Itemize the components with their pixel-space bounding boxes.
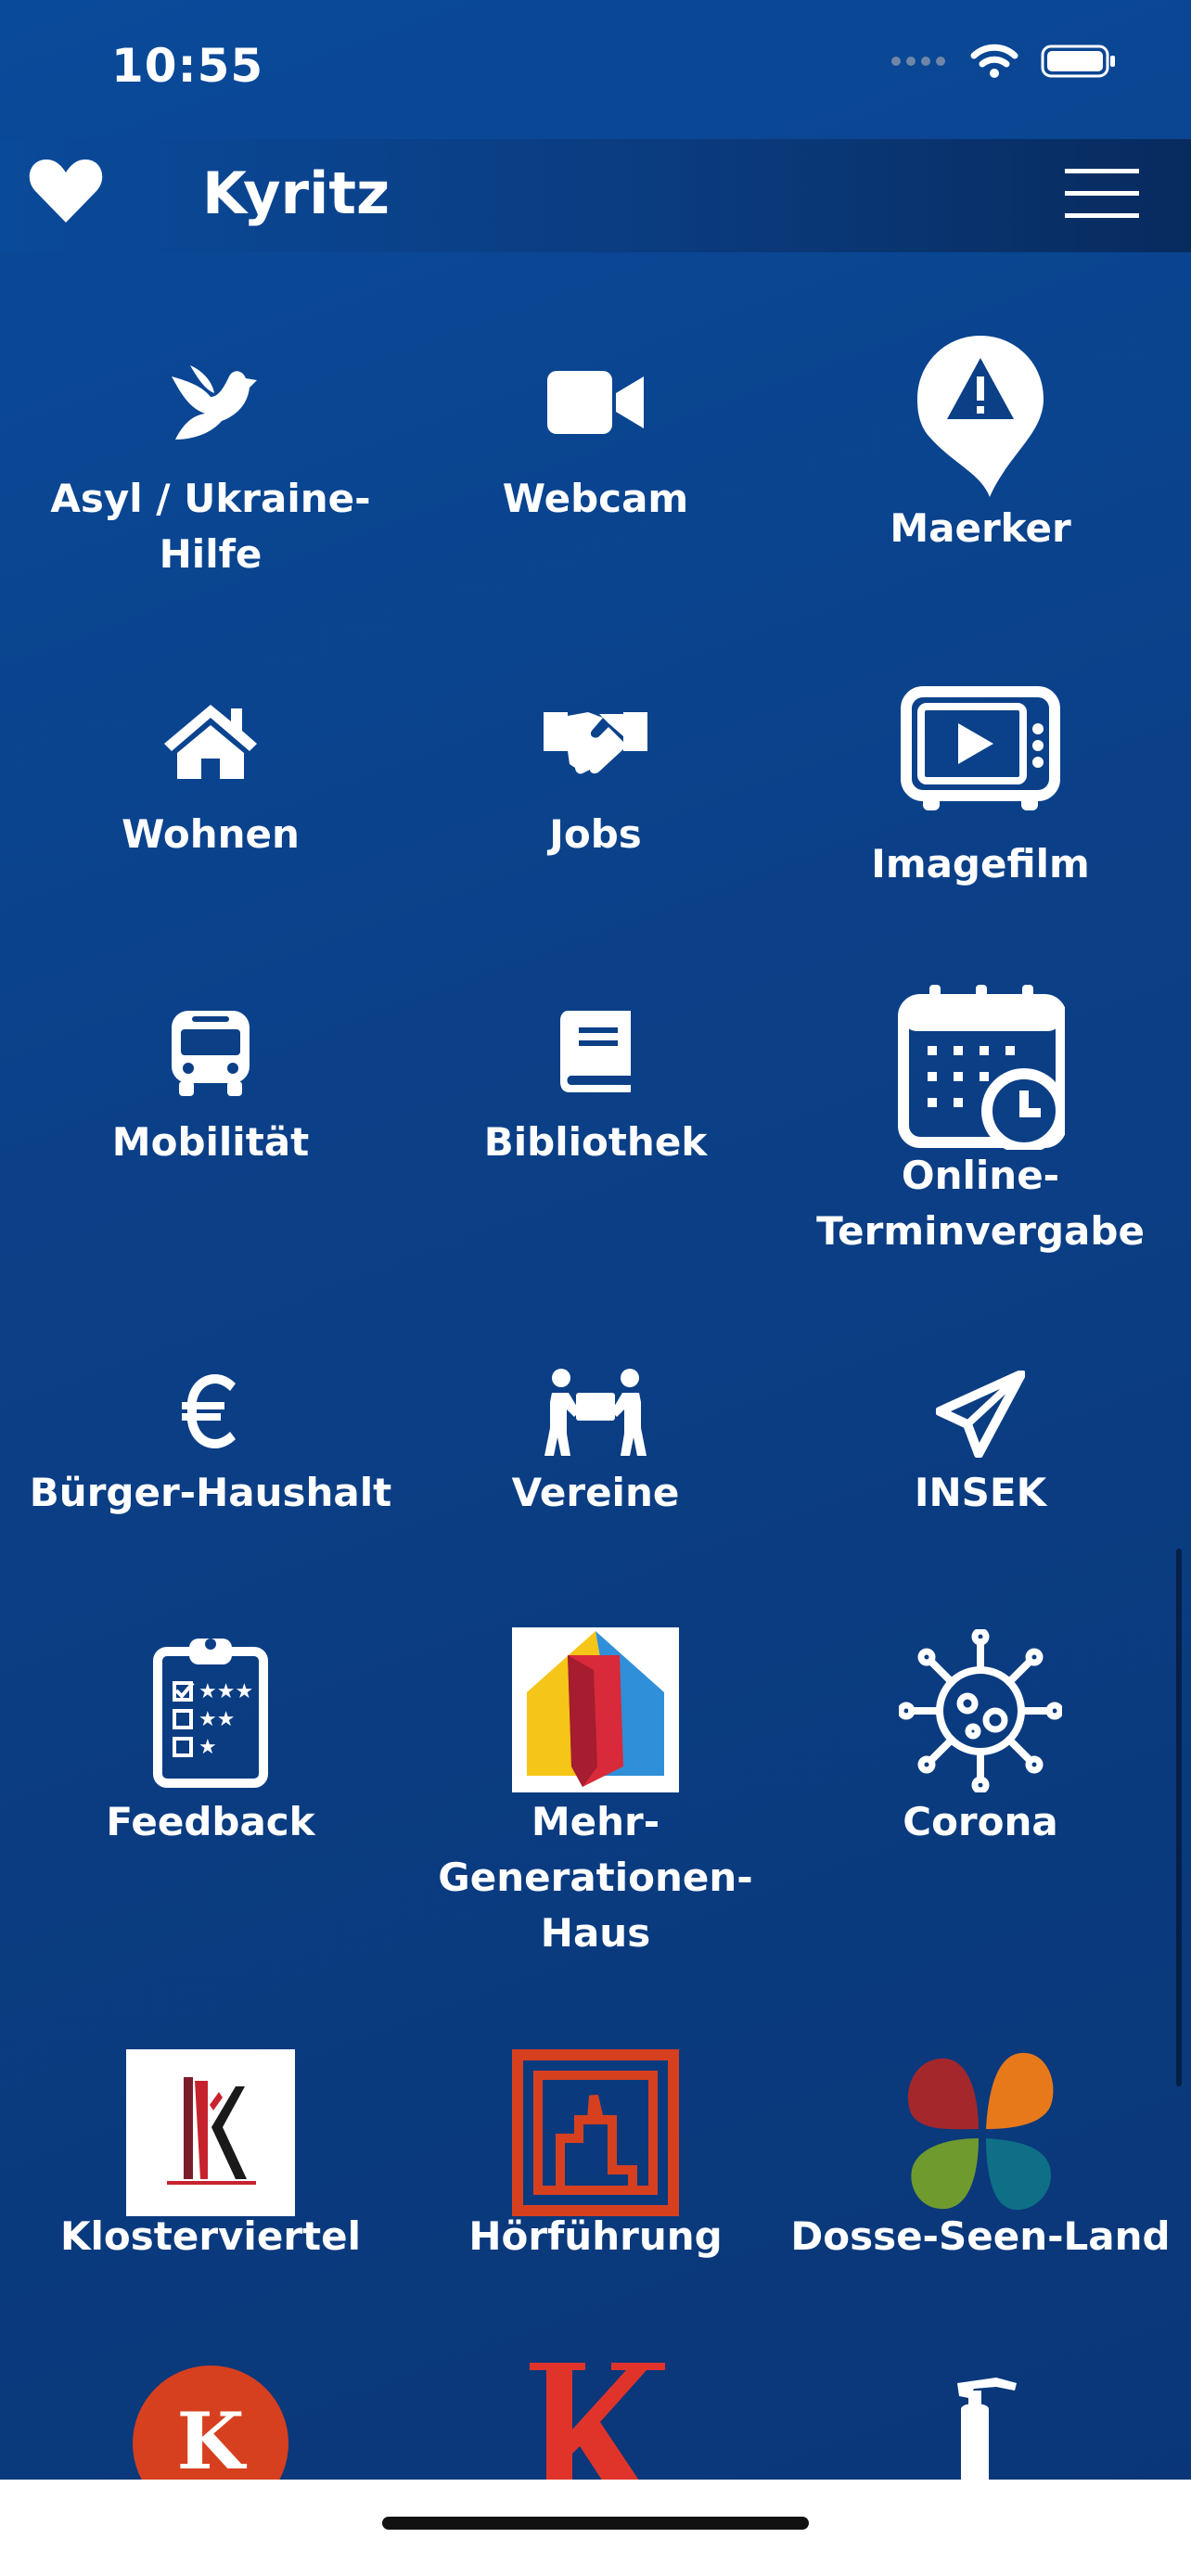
app-header: Kyritz xyxy=(0,139,1191,252)
tile-buerger-haushalt[interactable]: Bürger-Haushalt xyxy=(16,1363,405,1567)
tile-asyl-ukraine[interactable]: Asyl / Ukraine- Hilfe xyxy=(16,334,405,593)
tile-label: Vereine xyxy=(511,1470,680,1515)
svg-text:★★★: ★★★ xyxy=(198,1680,253,1703)
bus-icon xyxy=(16,1009,405,1096)
battery-icon xyxy=(1041,45,1115,78)
tile-hoerfuehrung[interactable]: Hörführung xyxy=(401,2049,790,2272)
alert-pin-icon xyxy=(786,334,1175,501)
tile-label: Dosse-Seen-Land xyxy=(790,2213,1171,2259)
scroll-indicator xyxy=(1176,1549,1182,2086)
status-time: 10:55 xyxy=(111,39,264,93)
dove-icon xyxy=(16,360,405,449)
euro-icon xyxy=(16,1372,405,1450)
tile-jobs[interactable]: Jobs xyxy=(401,686,790,909)
status-bar: 10:55 xyxy=(0,0,1191,139)
fire-extinguisher-icon xyxy=(786,2374,1175,2485)
tv-play-icon xyxy=(786,686,1175,816)
favorites-heart-icon[interactable] xyxy=(28,156,104,230)
puzzle-house-logo xyxy=(401,1627,790,1792)
tile-label: Jobs xyxy=(549,811,642,857)
tile-label: Online- Terminvergabe xyxy=(816,1153,1145,1254)
video-camera-icon xyxy=(401,369,790,436)
hoerfuehrung-logo xyxy=(401,2049,790,2216)
tile-label: Klosterviertel xyxy=(59,2213,361,2259)
tile-label: Bürger-Haushalt xyxy=(29,1470,392,1515)
tile-label: Wohnen xyxy=(122,811,300,857)
tile-feedback[interactable]: ★★★ ★★ ★ Feedback xyxy=(16,1627,405,1868)
wifi-icon xyxy=(970,44,1018,78)
signal-icon xyxy=(891,57,945,66)
people-carry-icon xyxy=(401,1369,790,1458)
tile-imagefilm[interactable]: Imagefilm xyxy=(786,686,1175,909)
tile-fire-extinguisher[interactable] xyxy=(786,2355,1175,2485)
tile-online-terminvergabe[interactable]: Online- Terminvergabe xyxy=(786,983,1175,1261)
virus-icon xyxy=(786,1629,1175,1792)
page-title: Kyritz xyxy=(202,159,391,227)
tile-wohnen[interactable]: Wohnen xyxy=(16,686,405,909)
tile-dosse-seen-land[interactable]: Dosse-Seen-Land xyxy=(786,2049,1175,2272)
svg-text:★: ★ xyxy=(198,1736,217,1759)
tile-label: Maerker xyxy=(890,505,1071,551)
clover-logo xyxy=(786,2049,1175,2216)
tile-k-red[interactable] xyxy=(401,2355,790,2513)
tile-vereine[interactable]: Vereine xyxy=(401,1363,790,1567)
tile-klosterviertel[interactable]: Klosterviertel xyxy=(16,2049,405,2272)
tile-label: Hörführung xyxy=(468,2213,723,2259)
tile-label: Webcam xyxy=(502,476,689,521)
klosterviertel-logo xyxy=(16,2049,405,2216)
hamburger-menu-icon[interactable] xyxy=(1065,167,1139,223)
tile-bibliothek[interactable]: Bibliothek xyxy=(401,983,790,1261)
tile-label: Mehr- Generationen- Haus xyxy=(438,1799,753,1956)
home-icon xyxy=(16,701,405,781)
tile-insek[interactable]: INSEK xyxy=(786,1363,1175,1567)
status-icons xyxy=(890,43,1117,80)
tile-label: Bibliothek xyxy=(483,1119,708,1165)
tile-corona[interactable]: Corona xyxy=(786,1627,1175,1868)
tile-label: INSEK xyxy=(914,1470,1047,1515)
clipboard-rating-icon: ★★★ ★★ ★ xyxy=(16,1631,405,1789)
calendar-clock-icon xyxy=(786,983,1175,1150)
tile-label: Asyl / Ukraine- Hilfe xyxy=(50,476,371,577)
tile-maerker[interactable]: Maerker xyxy=(786,334,1175,593)
svg-text:★★: ★★ xyxy=(198,1708,235,1731)
app-screen: 10:55 Kyritz Asyl / Ukraine- Hilfe Webca… xyxy=(0,0,1191,2576)
tile-mobilitaet[interactable]: Mobilität xyxy=(16,983,405,1261)
tile-mehrgenerationenhaus[interactable]: Mehr- Generationen- Haus xyxy=(401,1627,790,1980)
tile-label: Feedback xyxy=(106,1799,315,1844)
paper-plane-icon xyxy=(786,1371,1175,1458)
book-icon xyxy=(401,1009,790,1094)
tile-webcam[interactable]: Webcam xyxy=(401,334,790,593)
tile-label: Corona xyxy=(903,1799,1058,1844)
handshake-icon xyxy=(401,699,790,779)
tile-label: Imagefilm xyxy=(871,841,1090,886)
tile-label: Mobilität xyxy=(111,1119,310,1165)
home-indicator[interactable] xyxy=(382,2517,809,2530)
svg-text:K: K xyxy=(176,2395,247,2487)
tile-k-circle[interactable]: K xyxy=(16,2355,405,2521)
home-indicator-area xyxy=(0,2480,1191,2576)
